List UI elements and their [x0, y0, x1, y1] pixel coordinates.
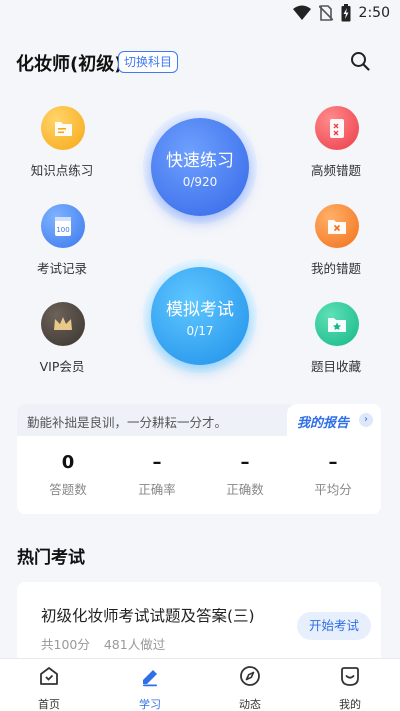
mock-exam-progress: 0/17	[186, 323, 214, 338]
stat-accuracy-label: 正确率	[138, 482, 176, 497]
mock-exam-button[interactable]: 模拟考试 0/17	[143, 259, 257, 373]
stat-answered-value: 0	[61, 452, 75, 473]
switch-subject-button[interactable]: 切换科目	[118, 51, 179, 73]
mock-exam-core: 模拟考试 0/17	[151, 267, 249, 365]
report-card: 勤能补拙是良训，一分耕耘一分才。 我的报告 › 0 答题数 – 正确率 – 正确…	[17, 404, 381, 514]
quick-practice-label: 快速练习	[166, 150, 234, 171]
pen-icon	[143, 670, 157, 687]
quick-practice-button[interactable]: 快速练习 0/920	[143, 110, 257, 224]
stat-average-label: 平均分	[314, 482, 352, 497]
quick-practice-progress: 0/920	[182, 174, 218, 189]
favorites-item[interactable]: 题目收藏	[286, 302, 386, 374]
stat-answered-label: 答题数	[49, 482, 87, 497]
exam-title: 初级化妆师考试试题及答案(三)	[41, 607, 255, 625]
nav-profile[interactable]: 我的	[320, 665, 380, 711]
exam-records-item[interactable]: 100 考试记录	[12, 204, 112, 276]
stat-accuracy-value: –	[152, 452, 162, 473]
svg-text:100: 100	[56, 226, 69, 234]
nav-profile-label: 我的	[339, 698, 361, 711]
quick-practice-core: 快速练习 0/920	[151, 118, 249, 216]
vip-item[interactable]: VIP会员	[12, 302, 112, 374]
crown-icon	[41, 302, 85, 346]
bottom-nav: 首页 学习 动态 我的	[0, 658, 400, 711]
nav-home-label: 首页	[38, 698, 60, 711]
error-folder-icon	[315, 204, 359, 248]
frequent-errors-label: 高频错题	[310, 163, 361, 178]
my-errors-item[interactable]: 我的错题	[286, 204, 386, 276]
frequent-errors-item[interactable]: 高频错题	[286, 106, 386, 178]
stat-average-value: –	[328, 452, 338, 473]
search-icon[interactable]	[348, 49, 372, 73]
status-time: 2:50	[358, 5, 390, 21]
stat-correct-label: 正确数	[226, 482, 264, 497]
exam-takers: 481人做过	[103, 637, 166, 652]
start-exam-button[interactable]: 开始考试	[297, 612, 371, 640]
stat-average: – 平均分	[288, 452, 378, 498]
stat-correct: – 正确数	[200, 452, 290, 498]
knowledge-practice-label: 知识点练习	[30, 163, 94, 178]
vip-label: VIP会员	[39, 359, 85, 374]
no-sim-icon	[318, 5, 333, 21]
my-report-link[interactable]: 我的报告 ›	[287, 404, 381, 436]
status-icons: 2:50	[292, 4, 390, 22]
chevron-right-icon: ›	[359, 413, 373, 427]
error-book-icon	[315, 106, 359, 150]
home-icon	[40, 667, 58, 685]
nav-news-label: 动态	[239, 698, 261, 711]
favorites-label: 题目收藏	[310, 359, 361, 374]
stat-correct-value: –	[240, 452, 250, 473]
exam-total-score: 共100分	[41, 637, 90, 652]
mock-exam-label: 模拟考试	[166, 299, 234, 320]
nav-study[interactable]: 学习	[120, 665, 180, 711]
stat-answered: 0 答题数	[23, 452, 113, 498]
knowledge-practice-item[interactable]: 知识点练习	[12, 106, 112, 178]
wifi-icon	[292, 5, 311, 20]
motto-text: 勤能补拙是良训，一分耕耘一分才。	[27, 415, 228, 430]
my-report-label: 我的报告	[297, 416, 350, 431]
nav-news[interactable]: 动态	[220, 665, 280, 711]
exam-meta: 共100分 481人做过	[41, 634, 175, 653]
header: 化妆师(初级) 切换科目	[0, 44, 400, 80]
status-bar: 2:50	[0, 0, 400, 28]
folder-icon	[41, 106, 85, 150]
my-errors-label: 我的错题	[310, 261, 361, 276]
compass-icon	[240, 666, 260, 686]
page-title: 化妆师(初级)	[16, 54, 123, 75]
stat-accuracy: – 正确率	[112, 452, 202, 498]
battery-charging-icon	[341, 4, 351, 22]
section-title: 热门考试	[17, 548, 85, 568]
calendar-icon: 100	[41, 204, 85, 248]
smile-icon	[341, 667, 359, 686]
nav-home[interactable]: 首页	[19, 665, 79, 711]
exam-records-label: 考试记录	[36, 261, 87, 276]
nav-study-label: 学习	[139, 698, 161, 711]
star-folder-icon	[315, 302, 359, 346]
